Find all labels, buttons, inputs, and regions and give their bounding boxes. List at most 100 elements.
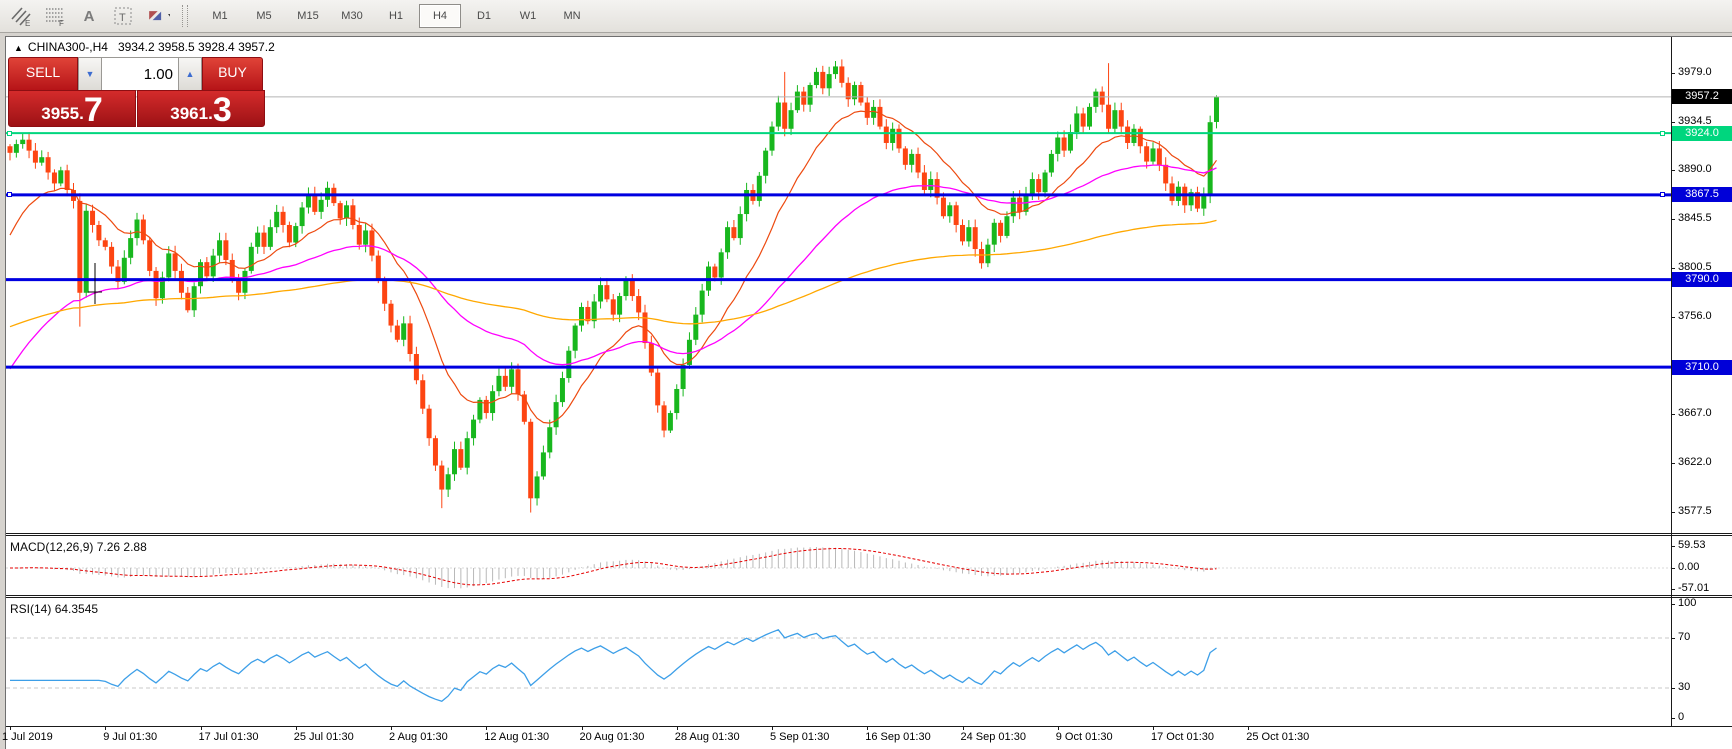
time-axis-label: 1 Jul 2019 xyxy=(2,731,53,743)
price-tick xyxy=(1671,219,1675,220)
timeframe-button-h1[interactable]: H1 xyxy=(375,4,417,28)
rsi-tick-label: 70 xyxy=(1678,631,1690,643)
macd-tick-label: -57.01 xyxy=(1678,582,1709,594)
sell-button[interactable]: SELL xyxy=(8,57,78,91)
bid-int: 3955. xyxy=(41,103,84,125)
price-tick-label: 3622.0 xyxy=(1678,456,1712,468)
macd-tick-label: 0.00 xyxy=(1678,561,1699,573)
rsi-tick xyxy=(1671,604,1675,605)
equidistant-channel-icon[interactable]: E xyxy=(8,4,34,28)
volume-input[interactable]: 1.00 xyxy=(102,57,178,91)
timeframe-button-m30[interactable]: M30 xyxy=(331,4,373,28)
time-tick xyxy=(1153,727,1154,730)
price-tick-label: 3890.0 xyxy=(1678,163,1712,175)
text-label-icon[interactable]: T xyxy=(110,4,136,28)
price-badge-3710: 3710.0 xyxy=(1672,360,1732,375)
line-handle[interactable] xyxy=(7,131,12,136)
line-handle[interactable] xyxy=(1660,192,1665,197)
bid-price[interactable]: 3955.7 xyxy=(8,90,136,127)
line-handle[interactable] xyxy=(7,192,12,197)
price-tick xyxy=(1671,512,1675,513)
macd-tick xyxy=(1671,589,1675,590)
time-axis-label: 25 Jul 01:30 xyxy=(294,731,354,743)
time-axis-label: 5 Sep 01:30 xyxy=(770,731,829,743)
pane-separator xyxy=(6,595,1732,596)
time-tick xyxy=(582,727,583,730)
ask-int: 3961. xyxy=(170,103,213,125)
price-tick xyxy=(1671,414,1675,415)
timeframe-group: M1M5M15M30H1H4D1W1MN xyxy=(198,4,594,28)
ask-big-digit: 3 xyxy=(213,95,232,125)
time-tick xyxy=(105,727,106,730)
time-axis-label: 9 Jul 01:30 xyxy=(103,731,157,743)
time-axis-label: 24 Sep 01:30 xyxy=(961,731,1026,743)
line-handle[interactable] xyxy=(1660,131,1665,136)
macd-pane[interactable] xyxy=(6,536,1671,595)
one-click-trading-panel: SELL ▼ 1.00 ▲ BUY 3955.7 3961.3 xyxy=(8,57,265,127)
volume-increase-button[interactable]: ▲ xyxy=(178,57,202,91)
chart-title: ▲ CHINA300-,H4 3934.2 3958.5 3928.4 3957.2 xyxy=(14,40,275,54)
time-tick xyxy=(1248,727,1249,730)
time-axis-label: 2 Aug 01:30 xyxy=(389,731,448,743)
arrows-icon[interactable] xyxy=(144,4,170,28)
rsi-tick-label: 100 xyxy=(1678,597,1696,609)
text-icon[interactable]: A xyxy=(76,4,102,28)
pane-separator xyxy=(6,533,1732,534)
rsi-tick-label: 30 xyxy=(1678,681,1690,693)
time-axis-label: 20 Aug 01:30 xyxy=(580,731,645,743)
timeframe-button-d1[interactable]: D1 xyxy=(463,4,505,28)
price-tick xyxy=(1671,122,1675,123)
price-tick xyxy=(1671,73,1675,74)
time-tick xyxy=(963,727,964,730)
fibonacci-retracement-icon[interactable]: F xyxy=(42,4,68,28)
time-tick xyxy=(201,727,202,730)
svg-text:T: T xyxy=(119,12,126,24)
price-tick-label: 3800.5 xyxy=(1678,261,1712,273)
timeframe-button-h4[interactable]: H4 xyxy=(419,4,461,28)
price-tick-label: 3845.5 xyxy=(1678,212,1712,224)
chart-collapse-icon[interactable]: ▲ xyxy=(14,43,23,53)
timeframe-button-m1[interactable]: M1 xyxy=(199,4,241,28)
svg-text:E: E xyxy=(25,19,30,27)
rsi-tick-label: 0 xyxy=(1678,711,1684,723)
rsi-label: RSI(14) xyxy=(10,602,51,616)
macd-canvas xyxy=(6,536,1671,595)
price-tick-label: 3667.0 xyxy=(1678,407,1712,419)
time-axis-label: 28 Aug 01:30 xyxy=(675,731,740,743)
toolbar: E F A T M1M5M15M30H1H4D1W1MN xyxy=(0,0,1732,33)
toolbar-separator xyxy=(182,5,188,27)
macd-tick xyxy=(1671,568,1675,569)
trading-app-window: { "toolbar": { "icons": [ {"name": "equi… xyxy=(0,0,1732,749)
symbol-period-label: CHINA300-,H4 xyxy=(28,40,108,54)
timeframe-button-m5[interactable]: M5 xyxy=(243,4,285,28)
price-tick xyxy=(1671,317,1675,318)
ohlc-values: 3934.2 3958.5 3928.4 3957.2 xyxy=(118,40,275,54)
price-tick-label: 3934.5 xyxy=(1678,115,1712,127)
time-tick xyxy=(677,727,678,730)
timeframe-button-m15[interactable]: M15 xyxy=(287,4,329,28)
pane-separator xyxy=(6,597,1732,598)
rsi-pane[interactable] xyxy=(6,598,1671,726)
rsi-header: RSI(14) 64.3545 xyxy=(10,602,98,616)
time-tick xyxy=(772,727,773,730)
time-axis-label: 17 Jul 01:30 xyxy=(199,731,259,743)
bid-big-digit: 7 xyxy=(84,95,103,125)
time-tick xyxy=(1058,727,1059,730)
macd-tick xyxy=(1671,546,1675,547)
time-axis-label: 17 Oct 01:30 xyxy=(1151,731,1214,743)
timeframe-button-mn[interactable]: MN xyxy=(551,4,593,28)
ask-price[interactable]: 3961.3 xyxy=(137,90,265,127)
timeframe-button-w1[interactable]: W1 xyxy=(507,4,549,28)
pane-separator xyxy=(6,726,1732,727)
rsi-value: 64.3545 xyxy=(55,602,98,616)
price-tick-label: 3577.5 xyxy=(1678,505,1712,517)
svg-text:F: F xyxy=(59,19,64,27)
time-tick xyxy=(867,727,868,730)
macd-label: MACD(12,26,9) xyxy=(10,540,93,554)
time-tick xyxy=(486,727,487,730)
price-badge-3924: 3924.0 xyxy=(1672,126,1732,141)
volume-decrease-button[interactable]: ▼ xyxy=(78,57,102,91)
buy-button[interactable]: BUY xyxy=(202,57,263,91)
macd-values: 7.26 2.88 xyxy=(97,540,147,554)
time-axis-label: 25 Oct 01:30 xyxy=(1246,731,1309,743)
